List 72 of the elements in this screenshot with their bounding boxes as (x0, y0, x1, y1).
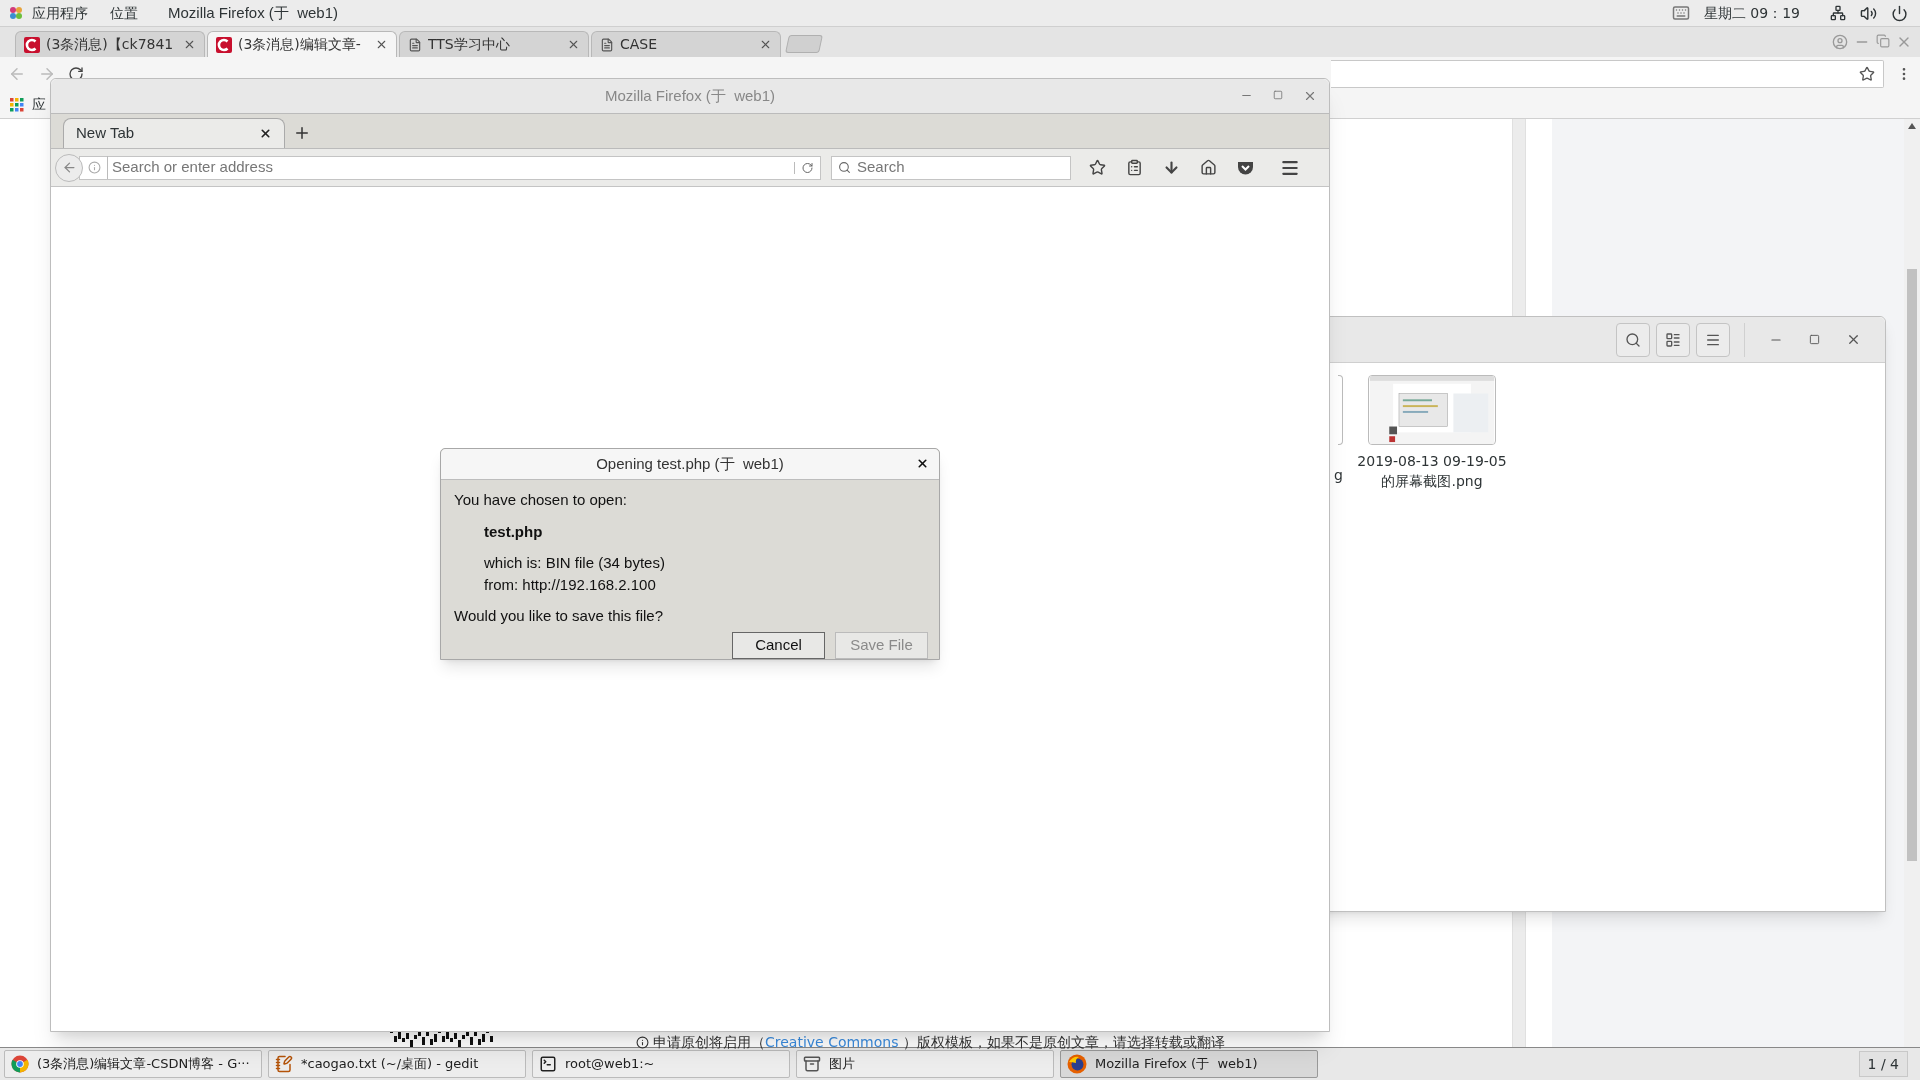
maximize-icon[interactable] (1809, 334, 1820, 345)
creative-commons-link[interactable]: Creative Commons (765, 1034, 899, 1050)
cabinet-icon (803, 1055, 821, 1073)
library-icon[interactable] (1126, 159, 1143, 176)
bookmark-star-icon[interactable] (1859, 66, 1875, 82)
browser-tab[interactable]: (3条消息)【ck7841 (15, 31, 205, 57)
notice-icon (636, 1036, 649, 1049)
save-question: Would you like to save this file? (454, 605, 664, 626)
taskbar-button[interactable]: (3条消息)编辑文章-CSDN博客 - G··· (4, 1050, 262, 1078)
taskbar-button[interactable]: root@web1:~ (532, 1050, 790, 1078)
clock[interactable]: 星期二 09：19 (1703, 2, 1800, 24)
browser-tab[interactable]: TTS学习中心 (399, 31, 589, 57)
file-name: test.php (484, 522, 544, 542)
close-tab-icon[interactable] (259, 127, 272, 140)
dialog-intro: You have chosen to open: (454, 489, 628, 510)
panel-menu[interactable]: 位置 (110, 2, 138, 24)
bookmark-link[interactable]: 应 (32, 94, 46, 115)
page-icon (408, 37, 422, 52)
terminal-icon (539, 1055, 557, 1073)
browser-tab[interactable]: (3条消息)编辑文章- (207, 31, 397, 57)
dialog-title: Opening test.php (于 web1) (595, 453, 785, 474)
chrome-logo-icon (11, 1055, 29, 1073)
keyboard-icon[interactable] (1671, 4, 1690, 22)
file-thumbnail[interactable] (1338, 375, 1343, 445)
home-icon[interactable] (1200, 159, 1217, 176)
active-app-title: Mozilla Firefox (于 web1) (168, 2, 339, 23)
panel-menu[interactable]: 应用程序 (32, 2, 88, 24)
back-button[interactable] (55, 153, 83, 182)
search-button[interactable] (1616, 322, 1650, 357)
file-source: from: http://192.168.2.100 (484, 575, 657, 595)
network-icon[interactable] (1830, 5, 1846, 21)
search-input[interactable]: Search (857, 156, 1064, 179)
dialog-button[interactable]: Cancel (732, 632, 825, 659)
file-type: which is: BIN file (34 bytes) (484, 552, 666, 573)
browser-tab[interactable]: CASE (591, 31, 781, 57)
search-icon (1625, 331, 1641, 348)
view-toggle-button[interactable] (1656, 322, 1690, 357)
apps-menu-icon (8, 5, 24, 21)
info-icon (88, 161, 101, 174)
file-name[interactable]: 2019-08-13 09-19-05 的屏幕截图.png (1355, 451, 1509, 491)
menu-button[interactable] (1696, 322, 1730, 357)
search-icon (838, 161, 851, 174)
page-icon (600, 37, 614, 52)
window-title: Mozilla Firefox (于 web1) (603, 85, 776, 106)
original-notice: 申请原创将启用（Creative Commons ）版权模板，如果不是原创文章，请选择转载或翻译 (653, 1033, 1225, 1052)
close-tab-icon[interactable] (375, 38, 388, 51)
taskbar-button[interactable]: *caogao.txt (~/桌面) - gedit (268, 1050, 526, 1078)
taskbar-button[interactable]: Mozilla Firefox (于 web1) (1060, 1050, 1318, 1078)
scroll-up-arrow-icon[interactable] (1908, 123, 1916, 129)
notepad-icon (275, 1055, 293, 1073)
pocket-icon[interactable] (1237, 159, 1254, 176)
close-icon[interactable] (1846, 332, 1861, 347)
apps-grid-icon[interactable] (10, 97, 24, 112)
power-icon[interactable] (1891, 4, 1908, 22)
browser-tab[interactable]: New Tab (63, 118, 285, 148)
address-input[interactable]: Search or enter address (107, 156, 788, 179)
volume-icon[interactable] (1860, 4, 1877, 22)
url-field[interactable] (1331, 60, 1884, 88)
close-icon[interactable] (916, 457, 929, 471)
firefox-logo-icon (1067, 1054, 1087, 1074)
address-field[interactable]: Search or enter address (79, 155, 821, 180)
bookmark-star-icon[interactable] (1089, 159, 1106, 176)
taskbar-button[interactable]: 图片 (796, 1050, 1054, 1078)
search-field[interactable]: Search (831, 155, 1071, 180)
file-name[interactable]: g (1334, 465, 1343, 486)
csdn-logo-icon (216, 36, 232, 53)
list-view-icon (1665, 331, 1681, 348)
csdn-logo-icon (24, 36, 40, 53)
scrollbar[interactable] (1904, 119, 1920, 1047)
download-icon[interactable] (1163, 159, 1180, 176)
workspace-indicator[interactable]: 1 / 4 (1858, 1051, 1908, 1077)
new-tab-icon[interactable] (293, 124, 311, 142)
